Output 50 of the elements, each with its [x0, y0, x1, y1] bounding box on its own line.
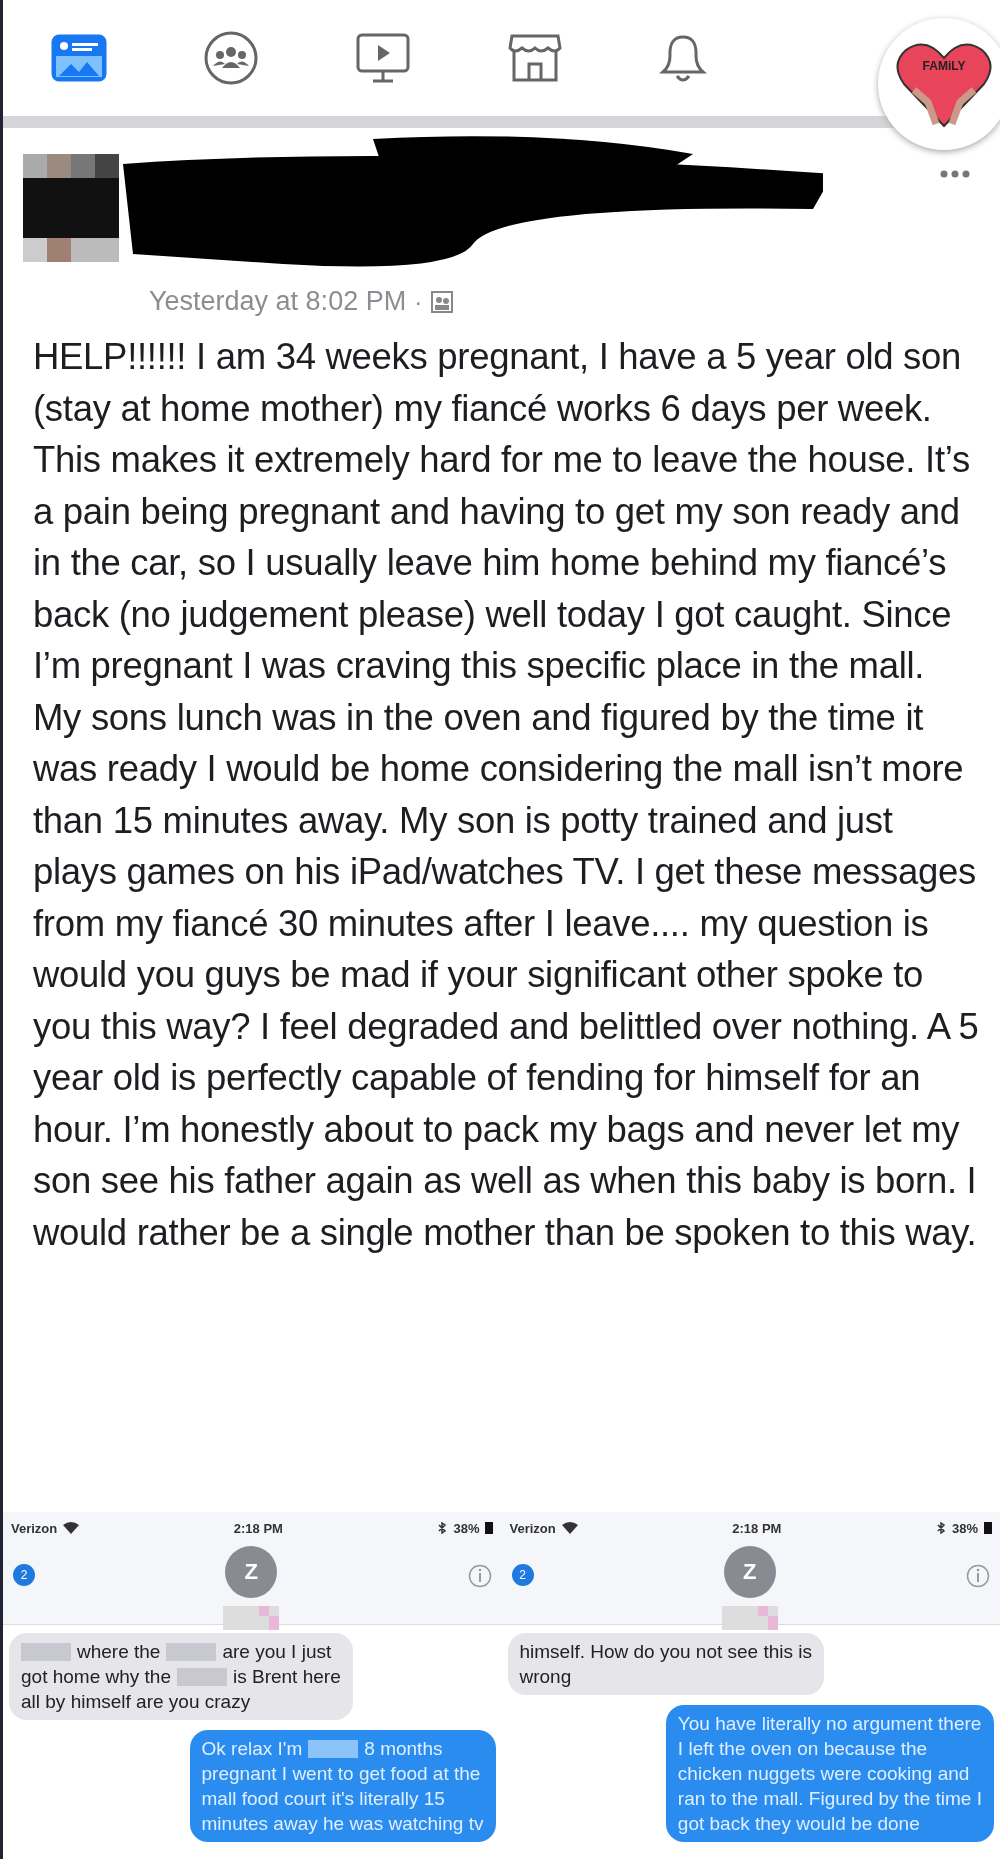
- carrier-label: Verizon: [11, 1520, 58, 1536]
- message-text: all by himself are you crazy: [21, 1690, 251, 1714]
- message-text: got home why the: [21, 1665, 171, 1689]
- message-text: Ok relax I'm: [201, 1737, 303, 1761]
- battery-icon: [485, 1522, 494, 1534]
- message-text: wrong: [519, 1665, 572, 1689]
- groups-icon[interactable]: [203, 30, 259, 86]
- message-text: minutes away he was watching tv: [201, 1812, 484, 1836]
- separator: ·: [414, 287, 423, 316]
- shop-icon[interactable]: [507, 32, 563, 84]
- message-text: ran to the mall. Figured by the time I: [677, 1787, 982, 1811]
- wifi-icon: [63, 1522, 80, 1534]
- status-time: 2:18 PM: [233, 1520, 283, 1536]
- contact-avatar[interactable]: Z: [723, 1546, 776, 1598]
- audience-icon: [430, 289, 455, 314]
- message-text: pregnant I went to get food at the: [201, 1762, 481, 1786]
- redaction-mark: [21, 1642, 71, 1661]
- message-text: You have literally no argument there: [677, 1712, 982, 1736]
- more-icon[interactable]: [940, 170, 970, 178]
- redaction-mark: [177, 1667, 227, 1686]
- wifi-icon: [561, 1522, 578, 1534]
- redaction-mark: [308, 1739, 359, 1758]
- message-text: is Brent here: [233, 1665, 341, 1689]
- news-feed-icon[interactable]: [51, 34, 107, 82]
- post-text: HELP!!!!!! I am 34 weeks pregnant, I have a 5 year old son (stay at home mother) my fiancé works 6 days per week. This makes it extremely hard for me to leave the house. It’s a pain being pregnant and having to get my son ready and in the car, so I usually leave him home behind my fiancé’s back (no judgement please) well today I got caught. Since I’m pregnant I was craving this specific place in the mall. My sons lunch was in the oven and figured by the time it was ready I would be home considering the mall isn’t more than 15 minutes away. My son is potty trained and just plays games on his iPad/watches TV. I get these messages from my fiancé 30 minutes after I leave.... my question is would you guys be mad if your significant other spoke to you this way? I feel degraded and belittled over nothing. A 5 year old is perfectly capable of fending for himself for an hour. I’m honestly about to pack my bags and never let my son see his father again as well as when this baby is born. I would rather be a single mother than be spoken to this way.: [33, 335, 980, 1255]
- post-timestamp[interactable]: Yesterday at 8:02 PM: [149, 286, 407, 317]
- message-text: mall food court it's literally 15: [201, 1787, 445, 1811]
- message-text: himself. How do you not see this is: [519, 1640, 813, 1664]
- profile-badge[interactable]: FAMiLY: [878, 18, 1000, 150]
- message-text: chicken nuggets were cooking and: [677, 1762, 970, 1786]
- bluetooth-icon: [935, 1522, 946, 1534]
- battery-percent: 38%: [453, 1520, 480, 1536]
- contact-avatar[interactable]: Z: [225, 1546, 278, 1598]
- unread-badge[interactable]: 2: [511, 1564, 534, 1586]
- status-time: 2:18 PM: [732, 1520, 782, 1536]
- battery-icon: [984, 1522, 992, 1534]
- bluetooth-icon: [437, 1522, 448, 1534]
- message-text: got back they would be done: [677, 1812, 920, 1836]
- message-text: 8 months: [364, 1737, 443, 1761]
- message-text: where the: [77, 1640, 161, 1664]
- badge-label: FAMiLY: [922, 59, 966, 73]
- battery-percent: 38%: [951, 1520, 978, 1536]
- message-text: are you I just: [222, 1640, 332, 1664]
- redaction-mark: [166, 1642, 217, 1661]
- video-icon[interactable]: [355, 32, 411, 84]
- message-text: I left the oven on because the: [677, 1737, 928, 1761]
- carrier-label: Verizon: [509, 1520, 556, 1536]
- info-icon[interactable]: [467, 1564, 492, 1588]
- unread-badge[interactable]: 2: [13, 1564, 35, 1586]
- info-icon[interactable]: [966, 1564, 990, 1588]
